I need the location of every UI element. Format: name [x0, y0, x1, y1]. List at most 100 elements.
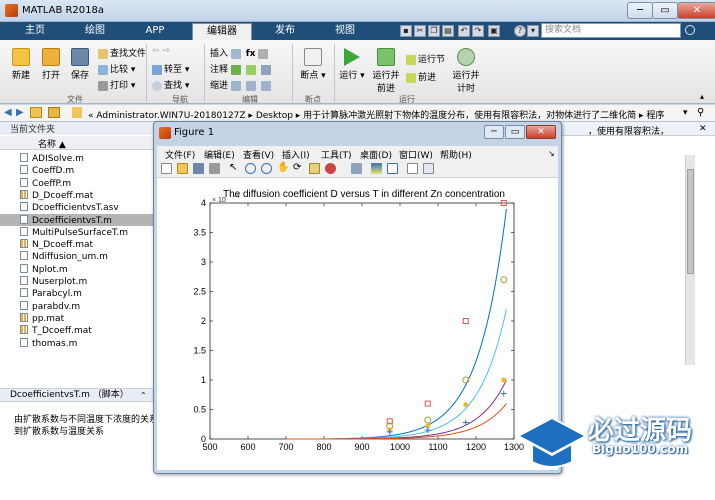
file-list-item[interactable]: thomas.m	[20, 337, 77, 350]
file-list-item[interactable]: Ndiffusion_um.m	[20, 251, 108, 263]
find-button[interactable]: 查找 ▾	[152, 78, 189, 91]
search-icon[interactable]	[685, 25, 695, 35]
tab-apps[interactable]: APP	[132, 23, 178, 40]
figure-close-button[interactable]: ✕	[526, 125, 556, 139]
quick-copy-icon[interactable]: ❐	[428, 25, 440, 37]
file-name: DcoefficientvsT.m	[32, 215, 112, 226]
file-list-item[interactable]: CoeffP.m	[20, 177, 71, 190]
open-button[interactable]: 打开	[36, 48, 66, 81]
switch-windows-icon[interactable]: ▣	[488, 25, 500, 37]
editor-close-icon[interactable]: ✕	[699, 124, 707, 134]
forward-icon[interactable]: ▶	[16, 107, 24, 118]
file-list-item[interactable]: parabdv.m	[20, 300, 80, 313]
run-section-button[interactable]: 运行节	[406, 52, 445, 65]
indent-button[interactable]: 缩进	[210, 78, 273, 91]
file-list-item[interactable]: DcoefficientvsT.asv	[20, 202, 119, 214]
file-list-item[interactable]: N_Dcoeff.mat	[20, 239, 93, 251]
file-list-item[interactable]: Parabcyl.m	[20, 288, 82, 300]
editor-scrollbar[interactable]	[685, 155, 695, 365]
help-icon[interactable]: ?	[514, 25, 526, 37]
up-folder-icon[interactable]	[30, 107, 42, 118]
y-tick-label: 3.5	[193, 228, 206, 238]
save-figure-icon[interactable]	[193, 163, 204, 174]
colorbar-icon[interactable]	[371, 163, 382, 174]
legend-icon[interactable]	[387, 163, 398, 174]
search-input[interactable]: 搜索文档	[541, 23, 681, 38]
back-forward-buttons[interactable]: ⇦ ⇨	[152, 46, 170, 56]
rotate-icon[interactable]: ⟳	[293, 163, 304, 174]
show-tools-icon[interactable]	[423, 163, 434, 174]
undo-icon[interactable]: ↶	[458, 25, 470, 37]
figure-maximize-button[interactable]: ▭	[505, 125, 525, 139]
file-list-item[interactable]: MultiPulseSurfaceT.m	[20, 226, 128, 239]
run-and-advance-button[interactable]: 运行并 前进	[370, 48, 402, 94]
pan-icon[interactable]: ✋	[277, 163, 289, 174]
run-button[interactable]: 运行 ▾	[338, 48, 366, 81]
file-list-item[interactable]: ADISolve.m	[20, 153, 84, 165]
print-figure-icon[interactable]	[209, 163, 220, 174]
file-list-item[interactable]: Nuserplot.m	[20, 276, 87, 288]
file-list-item[interactable]: CoeffD.m	[20, 165, 74, 177]
scrollbar-thumb[interactable]	[687, 169, 694, 274]
hide-tools-icon[interactable]	[407, 163, 418, 174]
figure-window[interactable]: Figure 1 ─ ▭ ✕ 文件(F) 编辑(E) 查看(V) 插入(I) 工具(T)…	[153, 121, 562, 474]
file-list-item[interactable]: Nplot.m	[20, 263, 68, 276]
tab-publish[interactable]: 发布	[262, 23, 308, 40]
new-figure-icon[interactable]	[161, 163, 172, 174]
zoom-out-icon[interactable]	[261, 163, 272, 174]
insert-button[interactable]: 插入 fx	[210, 46, 270, 59]
goto-button[interactable]: 转至 ▾	[152, 62, 189, 75]
file-name: D_Dcoeff.mat	[32, 190, 94, 201]
watermark: 必过源码 Biguo100.com	[510, 410, 715, 500]
y-exponent-label: × 10	[212, 197, 226, 204]
data-cursor-icon[interactable]	[309, 163, 320, 174]
brush-icon[interactable]	[325, 163, 336, 174]
file-list-item[interactable]: pp.mat	[20, 312, 64, 325]
wrap-icon	[260, 64, 271, 75]
run-and-time-button[interactable]: 运行并 计时	[450, 48, 482, 94]
maximize-button[interactable]: ▭	[652, 2, 678, 19]
new-button[interactable]: 新建	[6, 48, 36, 81]
tab-home[interactable]: 主页	[12, 23, 58, 40]
file-list-item[interactable]: T_Dcoeff.mat	[20, 325, 92, 337]
x-tick-label: 900	[354, 442, 369, 452]
file-list-item[interactable]: D_Dcoeff.mat	[20, 189, 94, 202]
tab-editor[interactable]: 编辑器	[192, 23, 252, 40]
edit-plot-icon[interactable]: ↖	[229, 163, 240, 174]
save-button[interactable]: 保存	[66, 48, 94, 81]
address-search-icon[interactable]: ⚲	[697, 107, 704, 118]
quick-paste-icon[interactable]: ▤	[442, 25, 454, 37]
print-button[interactable]: 打印 ▾	[98, 78, 135, 91]
y-tick-label: 1	[201, 375, 206, 385]
breakpoints-button[interactable]: 断点 ▾	[298, 48, 328, 81]
back-icon[interactable]: ◀	[4, 107, 12, 118]
collapse-ribbon-icon[interactable]: ▴	[700, 92, 704, 101]
close-button[interactable]: ✕	[677, 2, 715, 19]
quick-save-icon[interactable]: ▪	[400, 25, 412, 37]
comment-button[interactable]: 注释	[210, 62, 273, 75]
file-name: Parabcyl.m	[32, 289, 82, 300]
file-name: DcoefficientvsT.asv	[32, 203, 119, 214]
compare-button[interactable]: 比较 ▾	[98, 62, 135, 75]
help-dropdown-icon[interactable]: ▾	[527, 25, 539, 37]
redo-icon[interactable]: ↷	[472, 25, 484, 37]
advance-button[interactable]: 前进	[406, 70, 436, 83]
find-files-button[interactable]: 查找文件	[98, 46, 146, 59]
file-list-item[interactable]: DcoefficientvsT.m	[20, 214, 112, 227]
tab-plots[interactable]: 绘图	[72, 23, 118, 40]
ribbon: 新建 打开 保存 查找文件 比较 ▾ 打印 ▾ 文件 ⇦ ⇨ 转至 ▾ 查找 ▾…	[0, 40, 715, 104]
breadcrumb[interactable]: « Administrator.WIN7U-20180127Z ▸ Deskto…	[88, 108, 664, 121]
browse-folder-icon[interactable]	[48, 107, 60, 118]
tab-view[interactable]: 视图	[322, 23, 368, 40]
open-file-icon[interactable]	[177, 163, 188, 174]
link-plot-icon[interactable]	[351, 163, 362, 174]
name-column-header[interactable]: 名称 ▲	[38, 137, 66, 150]
address-dropdown-icon[interactable]: ▾	[683, 108, 688, 118]
zoom-in-icon[interactable]	[245, 163, 256, 174]
file-name: T_Dcoeff.mat	[32, 326, 92, 337]
minimize-button[interactable]: ─	[627, 2, 653, 19]
details-collapse-icon[interactable]: ⌃	[140, 391, 147, 400]
figure-minimize-button[interactable]: ─	[484, 125, 504, 139]
menu-dock-icon[interactable]: ↘	[548, 149, 555, 158]
quick-cut-icon[interactable]: ✂	[414, 25, 426, 37]
